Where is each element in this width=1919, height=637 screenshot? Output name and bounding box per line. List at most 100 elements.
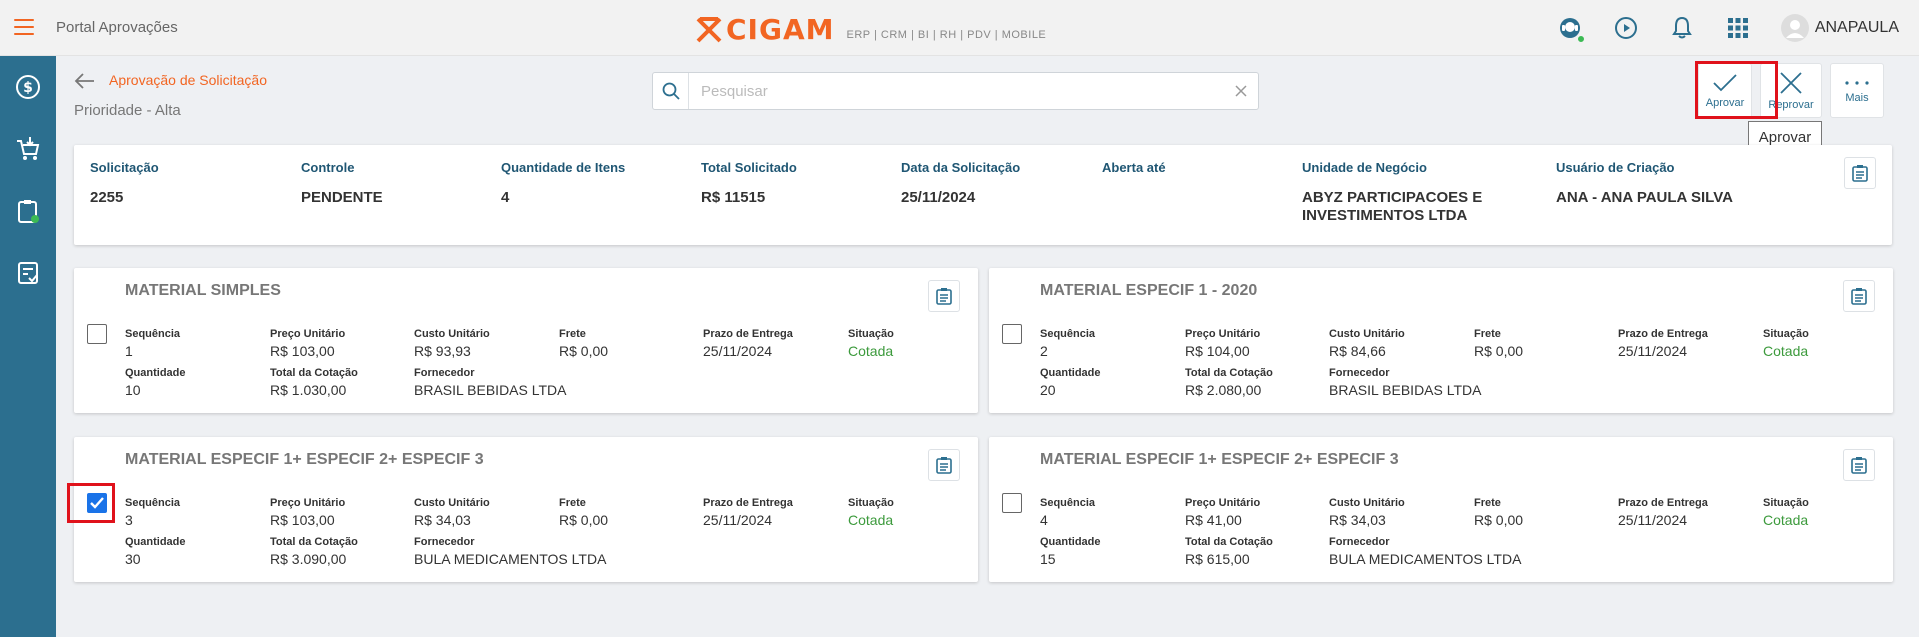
item-checkbox[interactable]	[87, 324, 107, 344]
fornecedor-value: BULA MEDICAMENTOS LTDA	[414, 551, 607, 567]
custo-value: R$ 34,03	[1329, 512, 1386, 528]
online-status-dot	[1575, 34, 1586, 44]
breadcrumb[interactable]: Aprovação de Solicitação	[109, 72, 267, 88]
prazo-value: 25/11/2024	[1618, 512, 1688, 528]
search-icon[interactable]	[653, 73, 689, 109]
prazo-value: 25/11/2024	[1618, 343, 1688, 359]
prazo-value: 25/11/2024	[703, 343, 773, 359]
frete-label: Frete	[559, 328, 586, 340]
preco-value: R$ 103,00	[270, 512, 335, 528]
unidade-value: ABYZ PARTICIPACOES E INVESTIMENTOS LTDA	[1302, 189, 1483, 224]
prazo-label: Prazo de Entrega	[1618, 497, 1708, 509]
sequencia-label: Sequência	[125, 328, 181, 340]
summary-details-button[interactable]	[1844, 157, 1876, 189]
user-menu[interactable]: ANAPAULA	[1780, 14, 1899, 42]
total-cotacao-label: Total da Cotação	[1185, 367, 1273, 379]
clipboard-icon	[936, 288, 952, 305]
support-icon[interactable]	[1557, 15, 1586, 44]
frete-value: R$ 0,00	[1474, 343, 1524, 359]
preco-label: Preço Unitário	[1185, 328, 1261, 340]
item-details-button[interactable]	[928, 280, 960, 312]
qtd-itens-value: 4	[501, 189, 510, 206]
user-name: ANAPAULA	[1814, 19, 1899, 36]
item-card: MATERIAL ESPECIF 1+ ESPECIF 2+ ESPECIF 3…	[67, 437, 978, 582]
sidebar-item-financial[interactable]: $	[0, 56, 56, 118]
clipboard-icon	[936, 457, 952, 474]
close-icon	[1780, 71, 1802, 94]
custo-label: Custo Unitário	[1329, 497, 1405, 509]
controle-label: Controle	[301, 160, 355, 175]
item-title: MATERIAL ESPECIF 1 - 2020	[1040, 282, 1258, 299]
custo-value: R$ 34,03	[414, 512, 471, 528]
sequencia-value: 2	[1040, 343, 1048, 359]
sequencia-label: Sequência	[125, 497, 181, 509]
frete-label: Frete	[1474, 328, 1501, 340]
situacao-value: Cotada	[848, 512, 894, 528]
item-title: MATERIAL SIMPLES	[125, 282, 281, 299]
item-checkbox[interactable]	[1002, 324, 1022, 344]
checkbox-highlight	[67, 483, 115, 523]
item-card: MATERIAL ESPECIF 1+ ESPECIF 2+ ESPECIF 3…	[989, 437, 1893, 582]
priority-label: Prioridade - Alta	[74, 102, 181, 119]
preco-label: Preço Unitário	[270, 497, 346, 509]
quantidade-value: 20	[1040, 382, 1056, 398]
total-cotacao-label: Total da Cotação	[270, 536, 358, 548]
situacao-label: Situação	[848, 328, 894, 340]
apps-grid-icon[interactable]	[1725, 15, 1751, 41]
sidebar-item-requests[interactable]	[0, 180, 56, 242]
custo-label: Custo Unitário	[1329, 328, 1405, 340]
sequencia-value: 4	[1040, 512, 1048, 528]
item-details-button[interactable]	[928, 449, 960, 481]
more-label: Mais	[1845, 91, 1869, 104]
quantidade-label: Quantidade	[1040, 536, 1101, 548]
fornecedor-label: Fornecedor	[414, 367, 475, 379]
quantidade-value: 10	[125, 382, 141, 398]
custo-label: Custo Unitário	[414, 497, 490, 509]
svg-text:$: $	[23, 80, 33, 96]
item-card: MATERIAL SIMPLES Sequência 1 Preço Unitár…	[74, 268, 978, 413]
fornecedor-label: Fornecedor	[1329, 536, 1390, 548]
sidebar-item-purchases[interactable]	[0, 118, 56, 180]
solicitacao-label: Solicitação	[90, 160, 159, 175]
play-video-icon[interactable]	[1613, 15, 1639, 41]
total-cotacao-value: R$ 2.080,00	[1185, 382, 1262, 398]
situacao-value: Cotada	[1763, 512, 1809, 528]
frete-label: Frete	[1474, 497, 1501, 509]
situacao-label: Situação	[848, 497, 894, 509]
total-value: R$ 11515	[701, 189, 766, 206]
solicitacao-value: 2255	[90, 189, 124, 206]
frete-label: Frete	[559, 497, 586, 509]
prazo-value: 25/11/2024	[703, 512, 773, 528]
search-box	[652, 72, 1259, 110]
clear-search-icon[interactable]	[1224, 85, 1258, 97]
cart-download-icon	[17, 137, 40, 160]
total-cotacao-value: R$ 1.030,00	[270, 382, 347, 398]
aberta-label: Aberta até	[1102, 160, 1166, 175]
quantidade-label: Quantidade	[1040, 367, 1101, 379]
unidade-label: Unidade de Negócio	[1302, 160, 1427, 175]
qtd-itens-label: Quantidade de Itens	[501, 160, 626, 175]
item-details-button[interactable]	[1843, 449, 1875, 481]
total-cotacao-label: Total da Cotação	[1185, 536, 1273, 548]
menu-icon[interactable]	[14, 19, 34, 35]
situacao-label: Situação	[1763, 328, 1809, 340]
clipboard-icon	[1851, 288, 1867, 305]
back-arrow-icon[interactable]	[74, 70, 96, 97]
data-label: Data da Solicitação	[901, 160, 1021, 175]
item-details-button[interactable]	[1843, 280, 1875, 312]
prazo-label: Prazo de Entrega	[703, 328, 793, 340]
preco-value: R$ 41,00	[1185, 512, 1242, 528]
search-input[interactable]	[689, 82, 1224, 100]
custo-value: R$ 84,66	[1329, 343, 1386, 359]
situacao-value: Cotada	[1763, 343, 1809, 359]
sidebar: $	[0, 56, 56, 637]
sequencia-value: 3	[125, 512, 133, 528]
bell-icon[interactable]	[1669, 15, 1695, 41]
item-checkbox[interactable]	[1002, 493, 1022, 513]
sidebar-item-approvals[interactable]	[0, 242, 56, 304]
more-button[interactable]: Mais	[1830, 63, 1884, 118]
fornecedor-value: BRASIL BEBIDAS LTDA	[1329, 382, 1482, 398]
quantidade-value: 15	[1040, 551, 1056, 567]
fornecedor-value: BRASIL BEBIDAS LTDA	[414, 382, 567, 398]
custo-label: Custo Unitário	[414, 328, 490, 340]
